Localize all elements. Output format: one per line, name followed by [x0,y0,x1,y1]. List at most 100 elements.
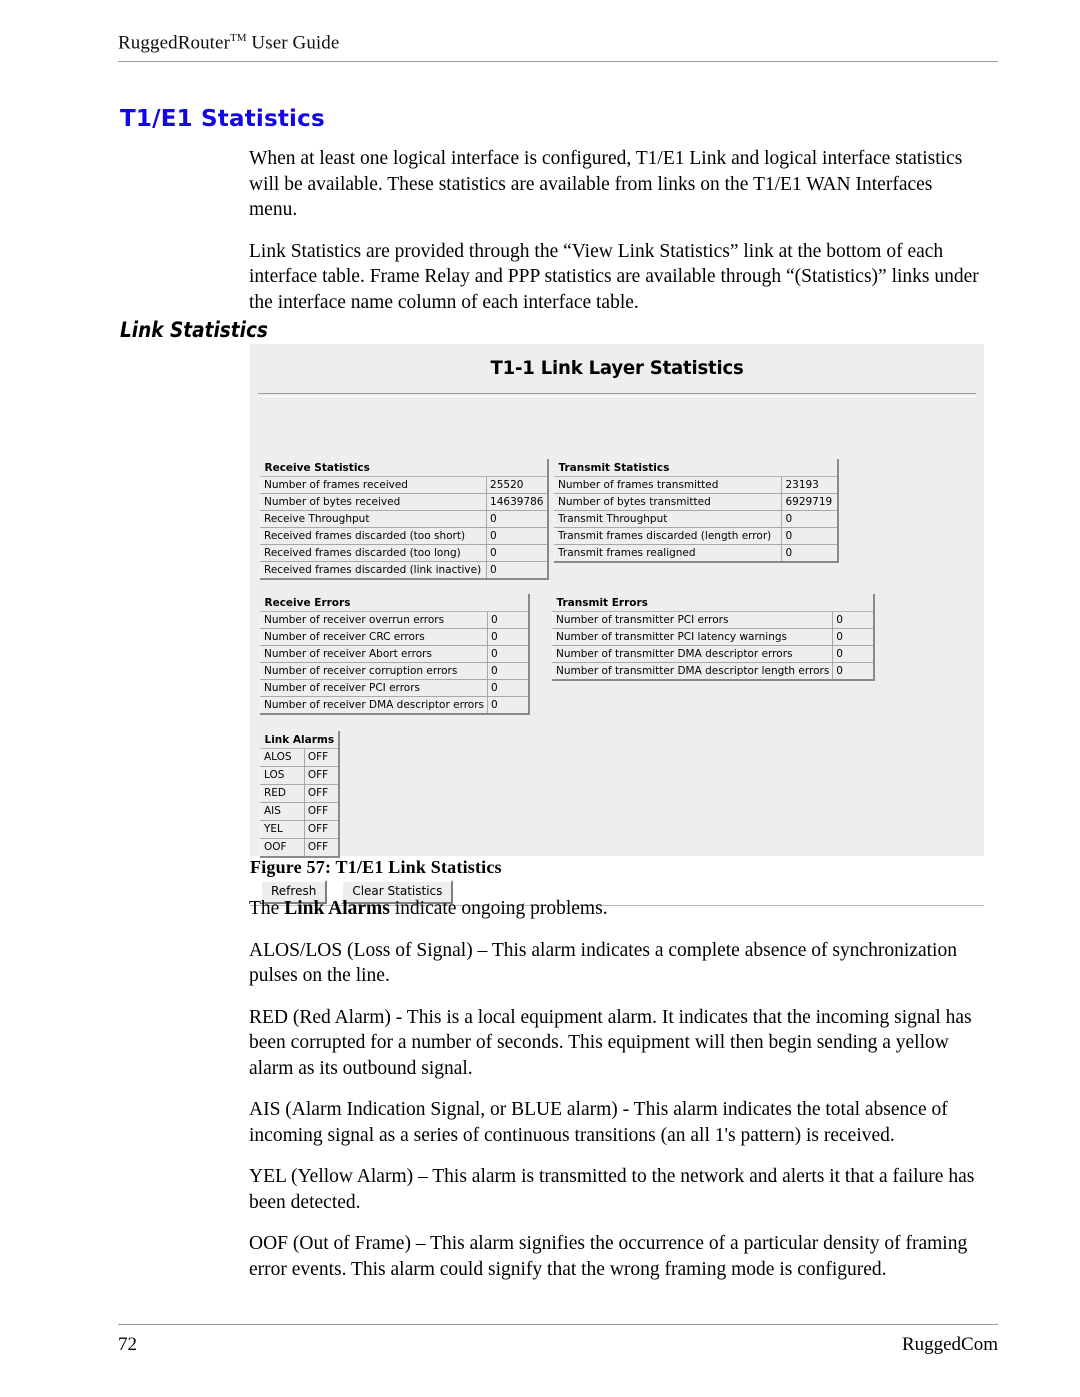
row-value: 0 [487,628,530,646]
row-label: Number of bytes received [259,493,488,511]
row-value: 0 [486,544,549,562]
table-row: ALOS OFF [260,748,340,767]
header-divider [118,61,998,63]
row-label: Number of receiver PCI errors [259,679,489,697]
table-row: Number of transmitter PCI latency warnin… [551,628,875,646]
receive-statistics-caption: Receive Statistics [260,459,548,477]
alarm-label: AIS [260,802,305,821]
row-label: Number of receiver CRC errors [259,628,489,646]
table-row: Receive Throughput 0 [259,510,549,528]
row-value: 0 [781,544,839,563]
alarm-label: YEL [260,820,305,839]
alarm-label: RED [260,784,305,803]
table-row: AIS OFF [260,802,340,821]
table-row: Received frames discarded (link inactive… [259,561,549,580]
table-row: Number of receiver PCI errors 0 [259,679,530,697]
page-header: RuggedRouterTM User Guide [118,32,998,63]
document-title: RuggedRouterTM User Guide [118,32,998,54]
row-value: 0 [781,510,839,528]
page-footer: 72 RuggedCom [118,1324,998,1356]
table-row: Received frames discarded (too short) 0 [259,527,549,545]
row-value: 0 [832,628,875,646]
paragraph: The Link Alarms indicate ongoing problem… [249,896,979,922]
table-caption-row: Transmit Errors [552,594,875,612]
table-row: Number of transmitter DMA descriptor len… [551,662,875,681]
footer-divider [118,1324,998,1325]
page-number: 72 [118,1334,137,1355]
table-caption-row: Receive Errors [260,594,530,612]
table-row: Number of receiver DMA descriptor errors… [259,696,530,715]
table-caption-row: Link Alarms [260,731,339,749]
table-row: Transmit frames discarded (length error)… [553,527,839,545]
subsection-heading: Link Statistics [120,318,268,342]
paragraph: When at least one logical interface is c… [249,148,963,220]
table-row: Number of receiver Abort errors 0 [259,645,530,663]
paragraph: Link Statistics are provided through the… [249,240,979,313]
row-label: Transmit Throughput [553,510,783,528]
table-row: Number of receiver overrun errors 0 [259,611,530,629]
alarm-state: OFF [303,766,340,785]
paragraph: RED (Red Alarm) - This is a local equipm… [249,1006,972,1079]
row-label: Transmit frames realigned [553,544,783,563]
table-row: Number of bytes received 14639786 [259,493,549,511]
screenshot-title-divider [258,393,976,397]
row-label: Number of receiver overrun errors [259,611,489,629]
table-caption-row: Receive Statistics [260,459,548,477]
page-title: T1/E1 Statistics [120,106,325,132]
link-alarms-caption: Link Alarms [260,731,339,749]
table-row: YEL OFF [260,820,340,839]
table-row: Transmit frames realigned 0 [553,544,839,563]
row-value: 0 [486,527,549,545]
transmit-errors-table: Transmit Errors Number of transmitter PC… [551,594,876,681]
row-value: 0 [486,510,549,528]
alarm-state: OFF [303,820,340,839]
alarm-state: OFF [303,802,340,821]
table-row: LOS OFF [260,766,340,785]
row-value: 0 [487,645,530,663]
document-title-main: RuggedRouter [118,32,231,54]
table-row: Number of receiver CRC errors 0 [259,628,530,646]
table-row: OOF OFF [260,838,340,858]
row-label: Number of receiver Abort errors [259,645,489,663]
row-value: 0 [487,662,530,680]
row-value: 25520 [486,476,549,494]
table-row: Transmit Throughput 0 [553,510,839,528]
row-label: Received frames discarded (too short) [259,527,488,545]
row-label: Number of transmitter DMA descriptor len… [551,662,834,681]
row-label: Number of transmitter PCI errors [551,611,834,629]
transmit-statistics-table: Transmit Statistics Number of frames tra… [553,459,839,563]
link-alarms-term: Link Alarms [284,898,390,919]
row-value: 0 [486,561,549,580]
intro-lead: The [249,898,285,919]
alarm-state: OFF [303,784,340,803]
row-label: Number of frames transmitted [553,476,783,494]
receive-statistics-table: Receive Statistics Number of frames rece… [259,459,549,580]
figure-caption: Figure 57: T1/E1 Link Statistics [250,857,502,877]
table-caption-row: Transmit Statistics [554,459,838,477]
row-label: Receive Throughput [259,510,488,528]
embedded-screenshot: T1-1 Link Layer Statistics Receive Stati… [250,344,984,906]
row-label: Transmit frames discarded (length error) [553,527,783,545]
link-alarms-table: Link Alarms ALOS OFF LOS OFF RED OFF AIS… [260,731,340,858]
row-value: 6929719 [781,493,839,511]
row-value: 0 [487,679,530,697]
receive-errors-table: Receive Errors Number of receiver overru… [259,594,531,715]
paragraph: YEL (Yellow Alarm) – This alarm is trans… [249,1166,975,1213]
row-label: Number of transmitter PCI latency warnin… [551,628,834,646]
alarm-label: LOS [260,766,305,785]
paragraph: AIS (Alarm Indication Signal, or BLUE al… [249,1099,948,1146]
alarm-label: ALOS [260,748,305,767]
intro-text-block: When at least one logical interface is c… [249,146,979,331]
table-row: Number of bytes transmitted 6929719 [553,493,839,511]
document-title-rest: User Guide [246,32,340,54]
paragraph: OOF (Out of Frame) – This alarm signifie… [249,1233,968,1280]
row-label: Received frames discarded (too long) [259,544,488,562]
receive-errors-caption: Receive Errors [260,594,530,612]
company-name: RuggedCom [901,1334,998,1355]
alarm-label: OOF [260,838,305,858]
screenshot-title: T1-1 Link Layer Statistics [490,357,744,379]
transmit-errors-caption: Transmit Errors [552,594,875,612]
alarm-state: OFF [303,748,340,767]
footer-row: 72 RuggedCom [118,1334,998,1356]
table-row: Number of transmitter DMA descriptor err… [551,645,875,663]
